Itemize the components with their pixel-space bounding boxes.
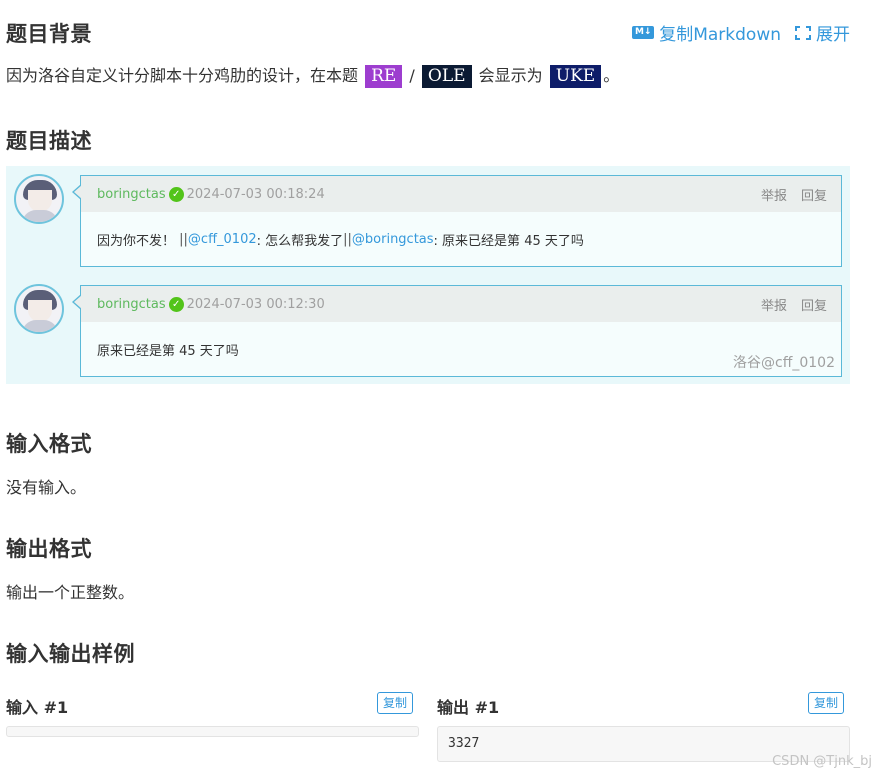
comment-header: boringctas ✓ 2024-07-03 00:18:24 举报 回复 — [81, 176, 841, 212]
sample-input-title: 输入 #1 — [6, 698, 69, 717]
samples-heading: 输入输出样例 — [6, 642, 135, 666]
copy-input-button[interactable]: 复制 — [377, 692, 414, 714]
report-button[interactable]: 举报 — [761, 185, 787, 204]
slash: / — [409, 66, 415, 85]
comment-time: 2024-07-03 00:12:30 — [186, 296, 325, 312]
output-format-text: 输出一个正整数。 — [6, 583, 135, 602]
mention-link[interactable]: @cff_0102 — [188, 232, 257, 247]
image-watermark: 洛谷@cff_0102 — [733, 355, 835, 371]
comment-image: boringctas ✓ 2024-07-03 00:18:24 举报 回复 因… — [6, 166, 850, 384]
description-heading: 题目描述 — [6, 129, 92, 153]
comment-username[interactable]: boringctas — [97, 297, 166, 312]
comment-separator: || — [343, 231, 352, 247]
output-format-heading: 输出格式 — [6, 537, 92, 561]
mention-link[interactable]: @boringctas — [352, 232, 434, 247]
copy-markdown-label: 复制Markdown — [659, 25, 781, 45]
sample-input-box[interactable] — [6, 726, 419, 737]
comment-text: 因为你不发！ — [97, 233, 176, 249]
sample-output-title: 输出 #1 — [437, 698, 500, 717]
comment-card: boringctas ✓ 2024-07-03 00:12:30 举报 回复 原… — [72, 285, 842, 377]
copy-markdown-button[interactable]: M↓ 复制Markdown — [632, 20, 781, 45]
comment-text: 原来已经是第 45 天了吗 — [97, 343, 239, 359]
reply-button[interactable]: 回复 — [801, 185, 827, 204]
comment-text: : 原来已经是第 45 天了吗 — [433, 233, 584, 249]
avatar — [14, 174, 64, 224]
comment-text: : 怎么帮我发了 — [256, 233, 344, 249]
markdown-icon: M↓ — [632, 26, 655, 39]
expand-button[interactable]: 展开 — [795, 20, 850, 45]
header-actions: M↓ 复制Markdown 展开 — [632, 20, 850, 45]
comment-header: boringctas ✓ 2024-07-03 00:12:30 举报 回复 — [81, 286, 841, 322]
badge-re: RE — [365, 65, 403, 88]
background-text-part: 因为洛谷自定义计分脚本十分鸡肋的设计，在本题 — [6, 66, 359, 85]
reply-button[interactable]: 回复 — [801, 295, 827, 314]
verified-icon: ✓ — [168, 296, 184, 312]
expand-label: 展开 — [816, 25, 850, 45]
background-text-part: 会显示为 — [478, 66, 543, 85]
background-text-part: 。 — [603, 66, 620, 85]
verified-icon: ✓ — [168, 186, 184, 202]
badge-ole: OLE — [421, 65, 472, 88]
comment-body: 原来已经是第 45 天了吗 洛谷@cff_0102 — [81, 322, 841, 376]
expand-icon — [795, 25, 811, 40]
comment-body: 因为你不发！ || @cff_0102: 怎么帮我发了 || @boringct… — [81, 212, 841, 266]
badge-uke: UKE — [549, 65, 602, 88]
sample-output-value: 3327 — [448, 736, 480, 751]
comment-card: boringctas ✓ 2024-07-03 00:18:24 举报 回复 因… — [72, 175, 842, 267]
comment-time: 2024-07-03 00:18:24 — [186, 186, 325, 202]
avatar — [14, 284, 64, 334]
background-text: 因为洛谷自定义计分脚本十分鸡肋的设计，在本题 RE / OLE 会显示为 UKE… — [6, 63, 619, 89]
input-format-text: 没有输入。 — [6, 478, 87, 497]
comment-separator: || — [179, 231, 188, 247]
report-button[interactable]: 举报 — [761, 295, 787, 314]
input-format-heading: 输入格式 — [6, 432, 92, 456]
copy-output-button[interactable]: 复制 — [808, 692, 845, 714]
comment-username[interactable]: boringctas — [97, 187, 166, 202]
csdn-watermark: CSDN @Tjnk_bj — [772, 754, 872, 769]
background-heading: 题目背景 — [6, 22, 92, 46]
